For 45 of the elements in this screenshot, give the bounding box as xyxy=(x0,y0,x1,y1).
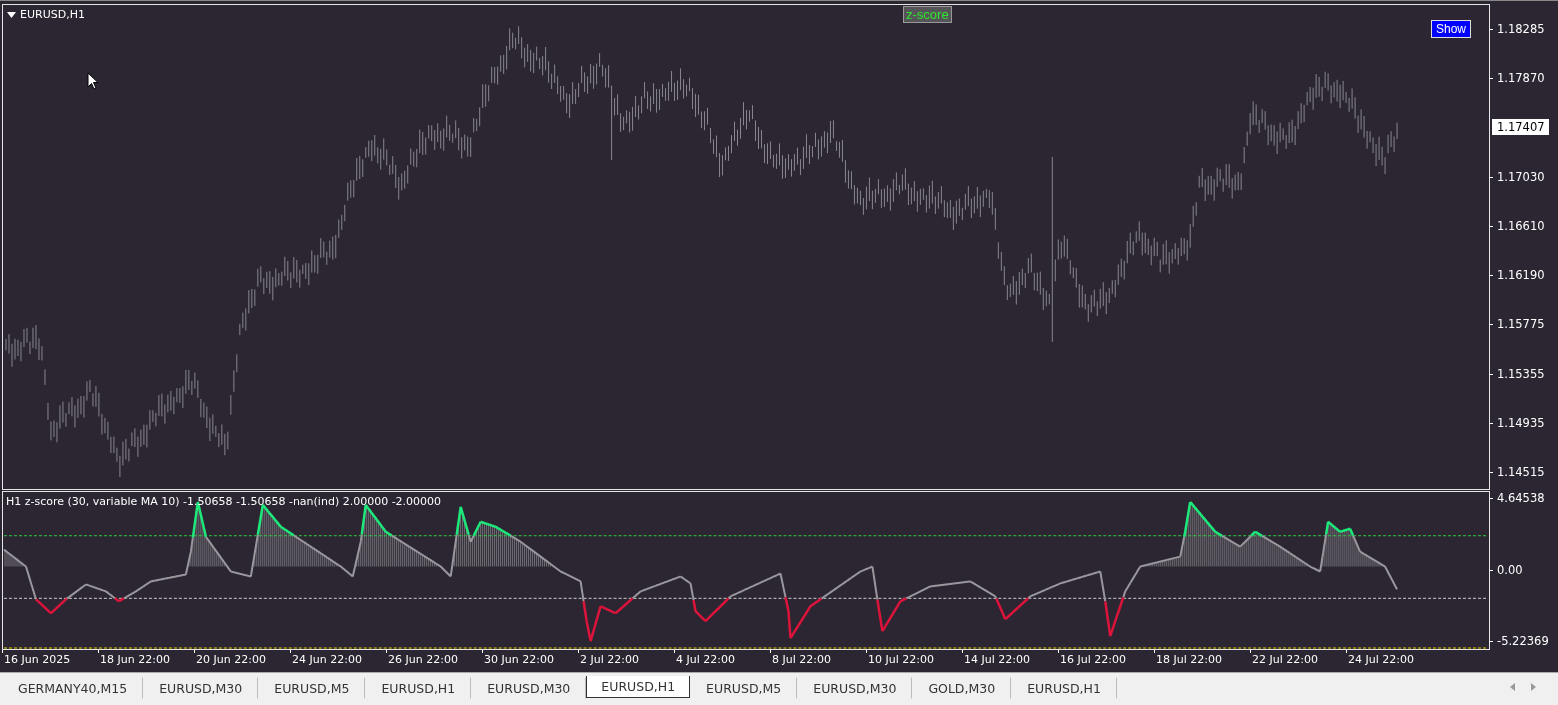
price-axis-label: 1.17870 xyxy=(1490,70,1558,87)
time-axis-label: 26 Jun 22:00 xyxy=(386,650,482,672)
time-axis-label: 4 Jul 22:00 xyxy=(674,650,770,672)
time-axis-label: 24 Jun 22:00 xyxy=(290,650,386,672)
chart-tab[interactable]: GERMANY40,M15 xyxy=(2,677,144,699)
chart-symbol-title: EURUSD,H1 xyxy=(20,8,85,21)
current-price-label: 1.17407 xyxy=(1492,119,1549,136)
time-axis-label: 16 Jul 22:00 xyxy=(1058,650,1154,672)
price-axis-label: 1.15355 xyxy=(1490,365,1558,382)
time-axis-label: 22 Jul 22:00 xyxy=(1250,650,1346,672)
price-axis-label: 1.16190 xyxy=(1490,267,1558,284)
indicator-label: H1 z-score (30, variable MA 10) -1.50658 -1.50658 -nan(ind) 2.00000 -2.00000 xyxy=(6,495,442,508)
price-axis-label: 1.15775 xyxy=(1490,316,1558,333)
price-axis-label: 1.16610 xyxy=(1490,217,1558,234)
price-axis-label: 1.18285 xyxy=(1490,21,1558,37)
indicator-axis-label: -5.22369 xyxy=(1490,633,1558,649)
scroll-right-icon[interactable] xyxy=(1531,683,1536,691)
chart-tab[interactable]: EURUSD,H1 xyxy=(586,676,691,698)
time-axis-label: 16 Jun 2025 xyxy=(2,650,98,672)
chart-tab[interactable]: EURUSD,M30 xyxy=(797,677,913,699)
time-axis-label: 2 Jul 22:00 xyxy=(578,650,674,672)
show-button[interactable]: Show xyxy=(1431,20,1472,38)
time-axis-label: 30 Jun 22:00 xyxy=(482,650,578,672)
time-axis-label: 8 Jul 22:00 xyxy=(770,650,866,672)
scroll-left-icon[interactable] xyxy=(1510,683,1515,691)
dropdown-triangle-icon[interactable] xyxy=(7,11,16,18)
chart-tab[interactable]: EURUSD,M30 xyxy=(143,677,259,699)
chart-tab[interactable]: EURUSD,H1 xyxy=(1011,677,1117,699)
chart-tab[interactable]: GOLD,M30 xyxy=(912,677,1012,699)
time-axis-label: 18 Jul 22:00 xyxy=(1154,650,1250,672)
chart-tab[interactable]: EURUSD,M5 xyxy=(258,677,366,699)
price-axis-label: 1.14515 xyxy=(1490,463,1558,480)
time-axis-label: 18 Jun 22:00 xyxy=(98,650,194,672)
time-axis-label: 10 Jul 22:00 xyxy=(866,650,962,672)
time-axis-label: 24 Jul 22:00 xyxy=(1346,650,1442,672)
chart-tab[interactable]: EURUSD,M5 xyxy=(690,677,798,699)
indicator-axis-label: 4.64538 xyxy=(1490,490,1558,506)
indicator-axis-label: 0.00 xyxy=(1490,561,1558,578)
time-axis-label: 14 Jul 22:00 xyxy=(962,650,1058,672)
chart-tab[interactable]: EURUSD,H1 xyxy=(365,677,472,699)
price-axis-label: 1.14935 xyxy=(1490,414,1558,431)
mouse-cursor-icon xyxy=(87,72,99,90)
price-axis-label: 1.17030 xyxy=(1490,168,1558,185)
indicator-name-label: z-score xyxy=(903,6,952,23)
time-axis-label: 20 Jun 22:00 xyxy=(194,650,290,672)
